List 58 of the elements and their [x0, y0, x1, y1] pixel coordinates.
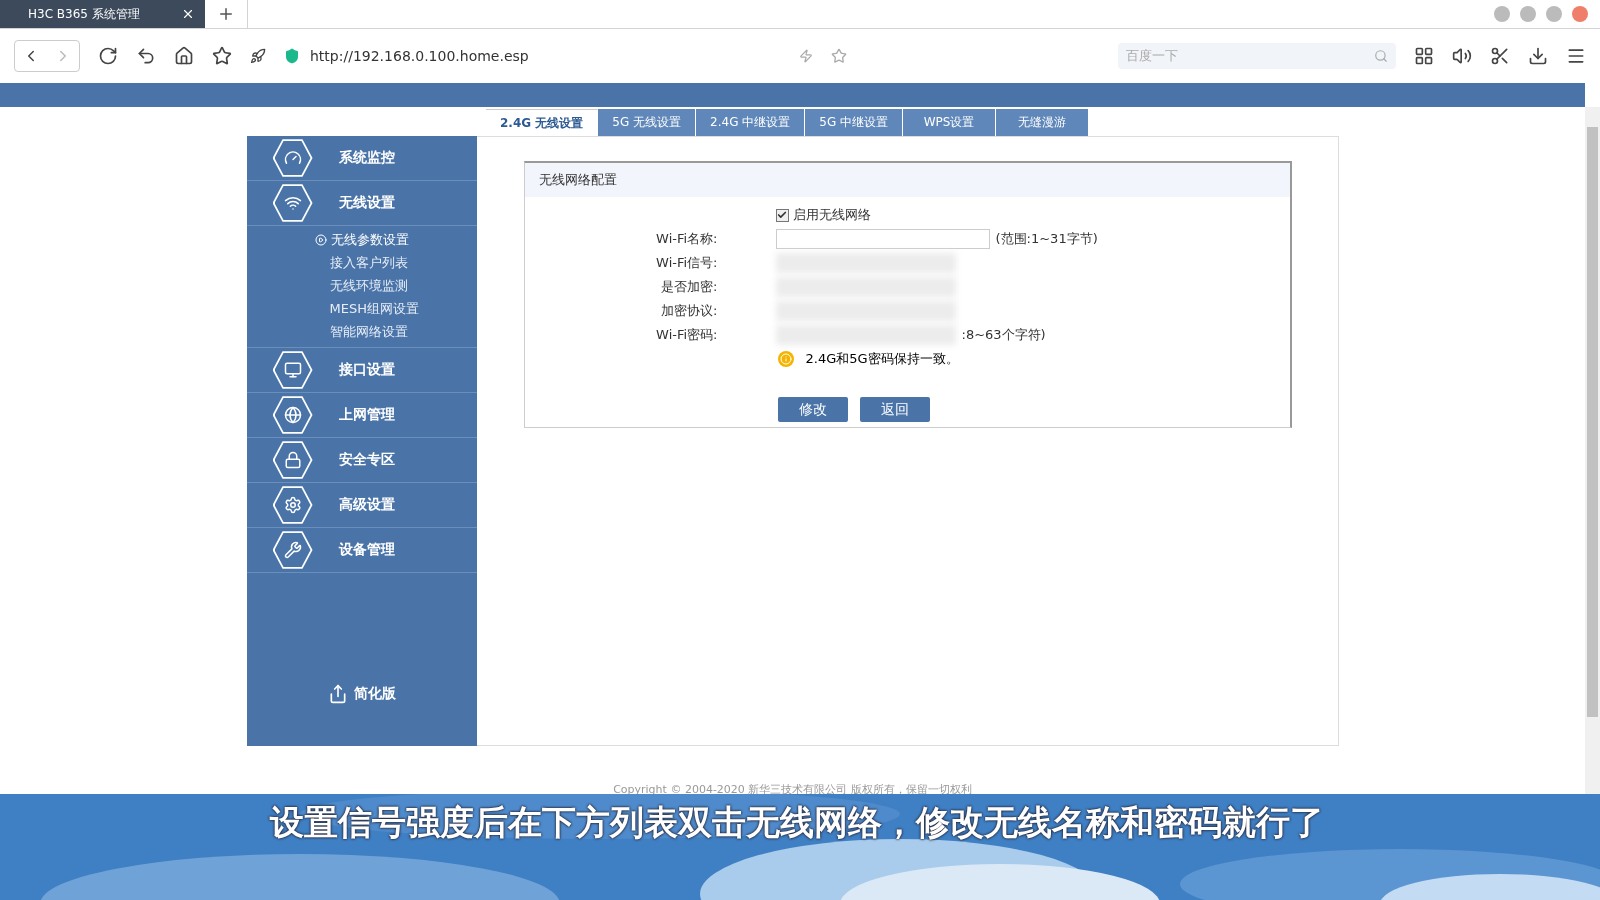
- field-hint: :8~63个字符): [961, 326, 1046, 344]
- plus-icon: [217, 5, 235, 23]
- checkbox[interactable]: [775, 208, 789, 222]
- tab[interactable]: 无缝漫游: [996, 109, 1089, 136]
- tab[interactable]: WPS设置: [903, 109, 996, 136]
- field-label: Wi-Fi密码:: [655, 326, 718, 344]
- menu-item-icon: [283, 406, 302, 424]
- sidebar-item[interactable]: 接口设置: [246, 348, 477, 393]
- video-caption: 设置信号强度后在下方列表双击无线网络，修改无线名称和密码就行了: [270, 801, 1324, 844]
- submenu-item[interactable]: 智能网络设置: [246, 320, 477, 343]
- field-label: Wi-Fi名称:: [655, 230, 718, 248]
- menu-item-icon: [283, 451, 302, 469]
- submenu-item[interactable]: MESH组网设置: [246, 297, 477, 320]
- sidebar-item[interactable]: 设备管理: [246, 528, 477, 573]
- undo-icon[interactable]: [136, 46, 156, 66]
- menu-icon[interactable]: [1566, 46, 1586, 66]
- menu-item-icon: [283, 149, 302, 167]
- submenu-item[interactable]: 无线环境监测: [246, 274, 477, 297]
- browser-tab[interactable]: H3C B365 系统管理: [0, 0, 205, 28]
- play-circle-icon: [314, 233, 327, 246]
- field-hint: (范围:1~31字节): [995, 230, 1098, 248]
- scissors-icon[interactable]: [1490, 46, 1510, 66]
- download-icon[interactable]: [1528, 46, 1548, 66]
- menu-item-icon: [283, 496, 302, 514]
- field-label: Wi-Fi信号:: [655, 254, 718, 272]
- speaker-icon[interactable]: [1452, 46, 1472, 66]
- copyright-text: Copyright © 2004-2020 新华三技术有限公司 版权所有，保留一切权利: [613, 782, 972, 797]
- address-bar[interactable]: http://192.168.0.100.home.esp: [310, 48, 529, 64]
- checkbox-label: 启用无线网络: [792, 206, 871, 224]
- sidebar-item[interactable]: 无线设置: [246, 181, 477, 226]
- input-field[interactable]: [775, 229, 990, 249]
- sidebar-item[interactable]: 高级设置: [246, 483, 477, 528]
- submenu-item[interactable]: 无线参数设置: [246, 228, 477, 251]
- form-button[interactable]: 修改: [777, 397, 848, 422]
- grid-icon[interactable]: [1414, 46, 1434, 66]
- tab[interactable]: 5G 中继设置: [805, 109, 903, 136]
- star-icon[interactable]: [831, 48, 848, 64]
- menu-item-icon: [283, 541, 302, 559]
- form-button[interactable]: 返回: [859, 397, 930, 422]
- submenu-item[interactable]: 接入客户列表: [246, 251, 477, 274]
- reload-icon[interactable]: [98, 46, 118, 66]
- home-icon[interactable]: [174, 46, 194, 66]
- menu-item-icon: [283, 361, 302, 379]
- shield-icon: [284, 48, 300, 64]
- tab[interactable]: 5G 无线设置: [598, 109, 697, 136]
- field-label: 加密协议:: [660, 302, 718, 320]
- panel-title: 无线网络配置: [524, 163, 1290, 197]
- sidebar-item[interactable]: 系统监控: [246, 136, 477, 181]
- star-icon[interactable]: [212, 46, 232, 66]
- sidebar-item[interactable]: 上网管理: [246, 393, 477, 438]
- warning-icon: [777, 351, 794, 367]
- warning-text: 2.4G和5G密码保持一致。: [805, 350, 959, 368]
- rocket-icon[interactable]: [250, 48, 266, 64]
- simple-mode-link[interactable]: 简化版: [246, 684, 477, 704]
- sidebar-item[interactable]: 安全专区: [246, 438, 477, 483]
- tab[interactable]: 2.4G 中继设置: [696, 109, 806, 136]
- menu-item-icon: [283, 194, 302, 212]
- field-label: 是否加密:: [660, 278, 718, 296]
